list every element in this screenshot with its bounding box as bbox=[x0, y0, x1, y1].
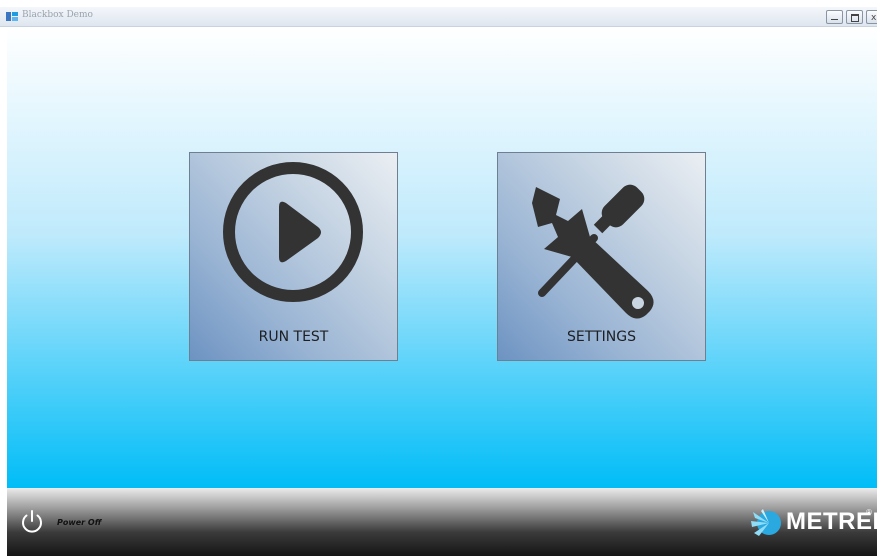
main-area: RUN TEST SETTINGS bbox=[7, 27, 877, 488]
run-test-button[interactable]: RUN TEST bbox=[189, 152, 398, 361]
maximize-icon bbox=[851, 14, 859, 22]
brand-name: METREL bbox=[786, 508, 877, 535]
close-icon: x bbox=[871, 13, 877, 23]
window-title: Blackbox Demo bbox=[22, 10, 93, 20]
top-strip bbox=[0, 0, 877, 7]
app-icon bbox=[6, 12, 18, 21]
brand-logo: METREL ® bbox=[749, 508, 877, 538]
minimize-button[interactable] bbox=[826, 10, 843, 24]
brand-emblem-icon bbox=[751, 509, 781, 536]
settings-button[interactable]: SETTINGS bbox=[497, 152, 706, 361]
power-icon[interactable] bbox=[19, 509, 45, 535]
registered-mark: ® bbox=[866, 508, 872, 517]
window-titlebar[interactable]: Blackbox Demo x bbox=[0, 7, 877, 27]
settings-label: SETTINGS bbox=[567, 329, 636, 345]
run-test-label: RUN TEST bbox=[258, 329, 329, 345]
window-left-edge bbox=[0, 27, 7, 488]
close-button[interactable]: x bbox=[866, 10, 877, 24]
minimize-icon bbox=[831, 19, 838, 20]
footer-bar: Power Off METREL ® bbox=[7, 488, 877, 556]
power-off-label[interactable]: Power Off bbox=[57, 518, 101, 527]
maximize-button[interactable] bbox=[846, 10, 863, 24]
